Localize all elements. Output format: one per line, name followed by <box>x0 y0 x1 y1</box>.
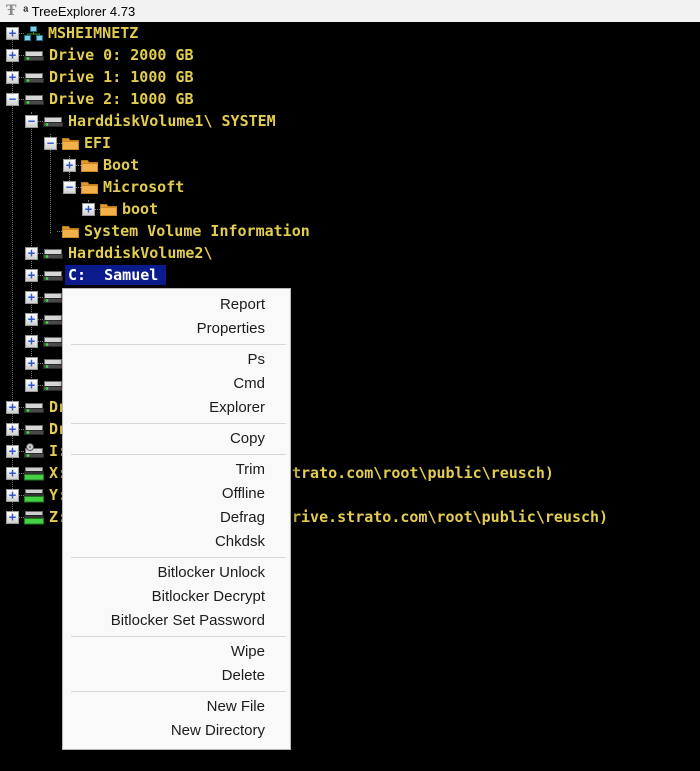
tree-item-label: Boot <box>103 156 139 174</box>
tree-item-label-fragment: trato.com\root\public\reusch) <box>292 462 554 484</box>
drive-icon <box>43 290 63 304</box>
tree-row-boot[interactable]: + boot <box>0 198 700 220</box>
drive-green-icon <box>24 488 44 503</box>
tree-row-drive-1-1000-gb[interactable]: + Drive 1: 1000 GB <box>0 66 700 88</box>
folder-icon <box>100 203 117 216</box>
tree-row-boot[interactable]: + Boot <box>0 154 700 176</box>
drive-icon <box>43 268 63 282</box>
tree-item-label: C: Samuel <box>65 265 166 285</box>
menu-item-wipe[interactable]: Wipe <box>63 640 290 664</box>
expand-toggle-icon[interactable]: + <box>25 247 38 260</box>
expand-toggle-icon[interactable]: + <box>25 269 38 282</box>
collapse-toggle-icon[interactable]: − <box>25 115 38 128</box>
menu-item-report[interactable]: Report <box>63 293 290 317</box>
drive-green-icon <box>24 510 44 525</box>
drive-icon <box>24 400 44 414</box>
drive-icon <box>24 70 44 84</box>
menu-item-bitlocker-decrypt[interactable]: Bitlocker Decrypt <box>63 585 290 609</box>
expand-toggle-icon[interactable]: + <box>6 467 19 480</box>
drive-icon <box>43 114 63 128</box>
tree-row-microsoft[interactable]: − Microsoft <box>0 176 700 198</box>
tree-row-harddiskvolume2[interactable]: + HarddiskVolume2\ <box>0 242 700 264</box>
tree-item-label: Drive 2: 1000 GB <box>49 90 194 108</box>
expand-toggle-icon[interactable]: + <box>6 49 19 62</box>
tree-item-label: HarddiskVolume2\ <box>68 244 213 262</box>
expand-toggle-icon[interactable]: + <box>6 27 19 40</box>
drive-icon <box>43 312 63 326</box>
menu-item-explorer[interactable]: Explorer <box>63 396 290 420</box>
drive-icon <box>43 356 63 370</box>
expand-toggle-icon[interactable]: + <box>25 379 38 392</box>
menu-separator <box>71 691 286 692</box>
tree-row-efi[interactable]: − EFI <box>0 132 700 154</box>
expand-toggle-icon[interactable]: + <box>6 71 19 84</box>
drive-icon <box>43 246 63 260</box>
menu-separator <box>71 636 286 637</box>
drive-green-icon <box>24 466 44 481</box>
tree-item-label: Drive 1: 1000 GB <box>49 68 194 86</box>
tree-item-label: Drive 0: 2000 GB <box>49 46 194 64</box>
tree-row-drive-0-2000-gb[interactable]: + Drive 0: 2000 GB <box>0 44 700 66</box>
expand-toggle-icon[interactable]: + <box>6 423 19 436</box>
expand-toggle-icon[interactable]: + <box>25 357 38 370</box>
context-menu: ReportProperties PsCmdExplorer Copy TrimOff… <box>62 288 291 750</box>
tree-item-label: boot <box>122 200 158 218</box>
app-icon: Ŧ <box>6 3 16 19</box>
drive-icon <box>24 48 44 62</box>
tree-row-harddiskvolume1-system[interactable]: − HarddiskVolume1\ SYSTEM <box>0 110 700 132</box>
tree-item-label: Microsoft <box>103 178 184 196</box>
tree-item-label: System Volume Information <box>84 222 310 240</box>
window-title: ª TreeExplorer 4.73 <box>23 4 135 19</box>
menu-item-new-file[interactable]: New File <box>63 695 290 719</box>
collapse-toggle-icon[interactable]: − <box>6 93 19 106</box>
folder-icon <box>62 225 79 238</box>
menu-separator <box>71 557 286 558</box>
tree-item-label-fragment: rive.strato.com\root\public\reusch) <box>292 506 608 528</box>
tree-row-msheimnetz[interactable]: + MSHEIMNETZ <box>0 22 700 44</box>
expand-toggle-icon[interactable]: + <box>6 489 19 502</box>
menu-separator <box>71 344 286 345</box>
expand-toggle-icon[interactable]: + <box>82 203 95 216</box>
expand-toggle-icon[interactable]: + <box>25 291 38 304</box>
drive-icon <box>43 378 63 392</box>
folder-icon <box>81 159 98 172</box>
menu-item-bitlocker-set-password[interactable]: Bitlocker Set Password <box>63 609 290 633</box>
tree-item-label: EFI <box>84 134 111 152</box>
tree-row-system-volume-information[interactable]: System Volume Information <box>0 220 700 242</box>
network-icon <box>24 26 43 41</box>
folder-icon <box>62 137 79 150</box>
menu-item-delete[interactable]: Delete <box>63 664 290 688</box>
title-bar: Ŧ ª TreeExplorer 4.73 <box>0 0 700 22</box>
tree-item-label: MSHEIMNETZ <box>48 24 138 42</box>
folder-icon <box>81 181 98 194</box>
drive-icon <box>43 334 63 348</box>
menu-item-cmd[interactable]: Cmd <box>63 372 290 396</box>
menu-item-new-directory[interactable]: New Directory <box>63 719 290 743</box>
tree-row-c-samuel[interactable]: + C: Samuel <box>0 264 700 286</box>
expand-toggle-icon[interactable]: + <box>6 401 19 414</box>
collapse-toggle-icon[interactable]: − <box>63 181 76 194</box>
expand-toggle-icon[interactable]: + <box>25 313 38 326</box>
menu-item-offline[interactable]: Offline <box>63 482 290 506</box>
expand-toggle-icon[interactable]: + <box>6 445 19 458</box>
menu-item-defrag[interactable]: Defrag <box>63 506 290 530</box>
menu-item-trim[interactable]: Trim <box>63 458 290 482</box>
menu-item-ps[interactable]: Ps <box>63 348 290 372</box>
tree-item-label: HarddiskVolume1\ SYSTEM <box>68 112 276 130</box>
drive-icon <box>24 422 44 436</box>
tree-row-drive-2-1000-gb[interactable]: − Drive 2: 1000 GB <box>0 88 700 110</box>
menu-item-copy[interactable]: Copy <box>63 427 290 451</box>
menu-item-bitlocker-unlock[interactable]: Bitlocker Unlock <box>63 561 290 585</box>
expand-toggle-icon[interactable]: + <box>6 511 19 524</box>
expand-toggle-icon[interactable]: + <box>63 159 76 172</box>
menu-item-properties[interactable]: Properties <box>63 317 290 341</box>
menu-separator <box>71 454 286 455</box>
collapse-toggle-icon[interactable]: − <box>44 137 57 150</box>
expand-toggle-icon[interactable]: + <box>25 335 38 348</box>
menu-item-chkdsk[interactable]: Chkdsk <box>63 530 290 554</box>
drive-disc-icon <box>24 443 44 459</box>
drive-icon <box>24 92 44 106</box>
menu-separator <box>71 423 286 424</box>
